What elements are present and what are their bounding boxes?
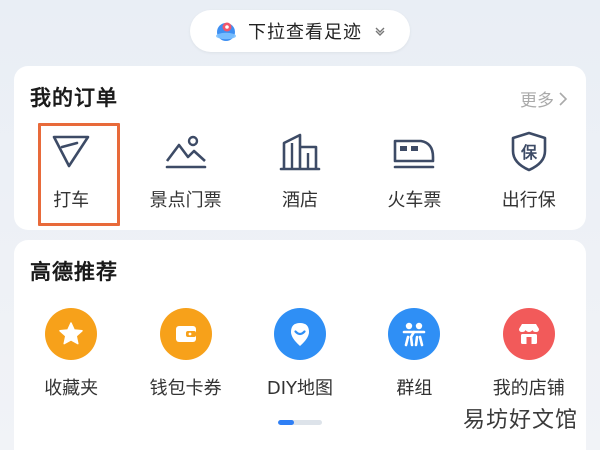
recommend-item-label: 钱包卡券	[149, 378, 222, 399]
highlight-box-taxi	[38, 123, 120, 226]
insurance-shield-icon: 保	[511, 131, 547, 172]
star-icon	[59, 322, 83, 345]
page-indicator	[278, 420, 322, 425]
recommend-item-label: 我的店铺	[492, 378, 565, 399]
pull-pill-text: 下拉查看足迹	[248, 22, 362, 43]
diy-map-icon	[290, 323, 309, 346]
store-icon	[518, 324, 539, 344]
svg-text:保: 保	[520, 143, 538, 162]
order-item-label: 景点门票	[149, 190, 222, 211]
order-item-train-tickets[interactable]: 火车票	[357, 128, 471, 212]
group-people-icon	[403, 322, 426, 347]
train-icon	[394, 139, 435, 169]
chevron-right-icon	[559, 91, 568, 106]
group-icon-circle	[388, 308, 441, 360]
recommend-item-label: DIY地图	[266, 378, 334, 399]
order-item-label: 火车票	[387, 190, 442, 211]
hotel-building-icon	[279, 133, 321, 171]
pull-to-view-footprint[interactable]: 下拉查看足迹	[190, 10, 410, 52]
recommend-item-diy-map[interactable]: DIY地图	[243, 308, 357, 400]
diy-map-icon-circle	[273, 308, 326, 360]
my-orders-title: 我的订单	[30, 86, 118, 110]
recommend-item-favorites[interactable]: 收藏夹	[14, 308, 128, 400]
amap-logo-icon	[216, 22, 236, 41]
recommend-item-groups[interactable]: 群组	[357, 308, 471, 400]
amap-recommend-title: 高德推荐	[30, 260, 118, 284]
more-orders-link[interactable]: 更多	[520, 86, 568, 111]
order-item-scenic-tickets[interactable]: 景点门票	[128, 128, 242, 212]
page-indicator-active	[278, 420, 294, 425]
recommend-item-label: 收藏夹	[44, 378, 99, 399]
wallet-icon	[175, 326, 196, 342]
recommend-item-label: 群组	[396, 378, 433, 399]
watermark-text: 易坊好文馆	[462, 408, 578, 433]
order-item-travel-insurance[interactable]: 保 出行保	[472, 128, 586, 212]
order-item-label: 出行保	[501, 190, 556, 211]
favorites-icon-circle	[45, 308, 98, 360]
order-item-label: 酒店	[281, 190, 318, 211]
order-item-hotel[interactable]: 酒店	[243, 128, 357, 212]
recommend-item-my-store[interactable]: 我的店铺	[472, 308, 586, 400]
more-label: 更多	[520, 91, 554, 111]
wallet-icon-circle	[159, 308, 212, 360]
store-icon-circle	[502, 308, 555, 360]
scenic-mountain-icon	[165, 135, 206, 169]
chevron-down-icon	[375, 27, 385, 36]
recommend-item-wallet-coupons[interactable]: 钱包卡券	[128, 308, 242, 400]
